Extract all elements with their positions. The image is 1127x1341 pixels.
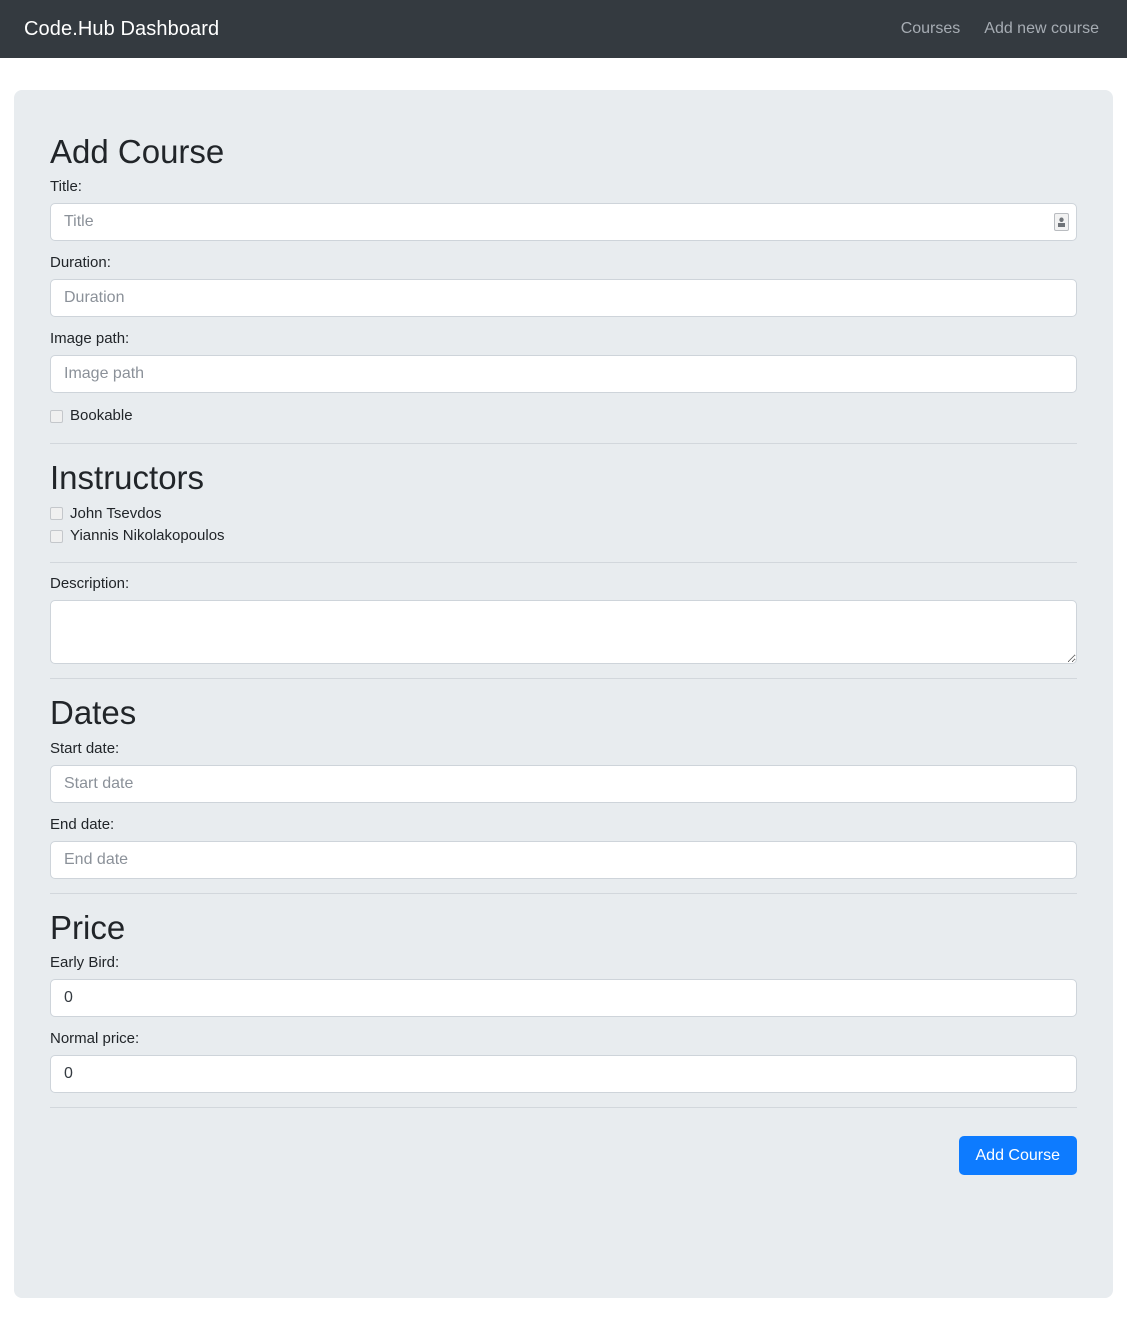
instructor-checkbox-0[interactable] [50,507,63,521]
top-navbar: Code.Hub Dashboard Courses Add new cours… [0,0,1127,58]
end-date-label: End date: [50,815,115,833]
form-footer: Add Course [50,1120,1077,1175]
field-group-title: Title: [50,178,1077,242]
nav-link-add-new-course[interactable]: Add new course [972,12,1111,46]
divider-after-description [50,678,1077,680]
instructor-label-0[interactable]: John Tsevdos [70,504,161,524]
instructor-check-row: Yiannis Nikolakopoulos [50,526,1077,546]
divider-after-instructors [50,562,1077,564]
nav-link-courses[interactable]: Courses [889,12,973,46]
end-date-input[interactable] [50,840,1077,879]
instructor-checkbox-1[interactable] [50,529,63,543]
title-input[interactable] [50,203,1077,242]
contact-card-icon[interactable] [1054,213,1069,232]
navbar-links: Courses Add new course [889,12,1111,46]
image-path-label: Image path: [50,330,130,348]
field-group-end-date: End date: [50,816,1077,879]
navbar-brand[interactable]: Code.Hub Dashboard [24,19,219,39]
start-date-input[interactable] [50,764,1077,803]
field-group-start-date: Start date: [50,740,1077,803]
contact-card-glyph [1058,217,1065,228]
divider-after-bookable [50,442,1077,444]
instructor-label-1[interactable]: Yiannis Nikolakopoulos [70,526,225,546]
instructor-check-row: John Tsevdos [50,504,1077,524]
early-bird-label: Early Bird: [50,953,120,971]
duration-label: Duration: [50,254,111,272]
divider-before-submit [50,1106,1077,1108]
add-course-button[interactable]: Add Course [958,1135,1077,1175]
bookable-label[interactable]: Bookable [70,406,133,426]
duration-input[interactable] [50,279,1077,318]
field-group-image-path: Image path: [50,330,1077,394]
start-date-label: Start date: [50,739,120,757]
divider-after-dates [50,892,1077,894]
page-container: Add Course Title: Duration: Image path: … [0,58,1127,1298]
instructors-heading: Instructors [50,458,205,496]
early-bird-input[interactable] [50,978,1077,1017]
bookable-checkbox[interactable] [50,409,63,423]
field-group-duration: Duration: [50,254,1077,318]
field-group-normal-price: Normal price: [50,1030,1077,1093]
description-textarea[interactable] [50,600,1077,665]
normal-price-input[interactable] [50,1054,1077,1093]
field-group-description: Description: [50,575,1077,665]
dates-heading: Dates [50,694,137,732]
page-title: Add Course [50,133,225,170]
add-course-card: Add Course Title: Duration: Image path: … [14,90,1113,1298]
bookable-check-row: Bookable [50,406,1077,426]
description-label: Description: [50,575,130,593]
image-path-input[interactable] [50,355,1077,394]
title-label: Title: [50,178,82,196]
field-group-early-bird: Early Bird: [50,954,1077,1017]
price-heading: Price [50,908,126,946]
title-input-wrap [50,203,1077,242]
normal-price-label: Normal price: [50,1029,140,1047]
